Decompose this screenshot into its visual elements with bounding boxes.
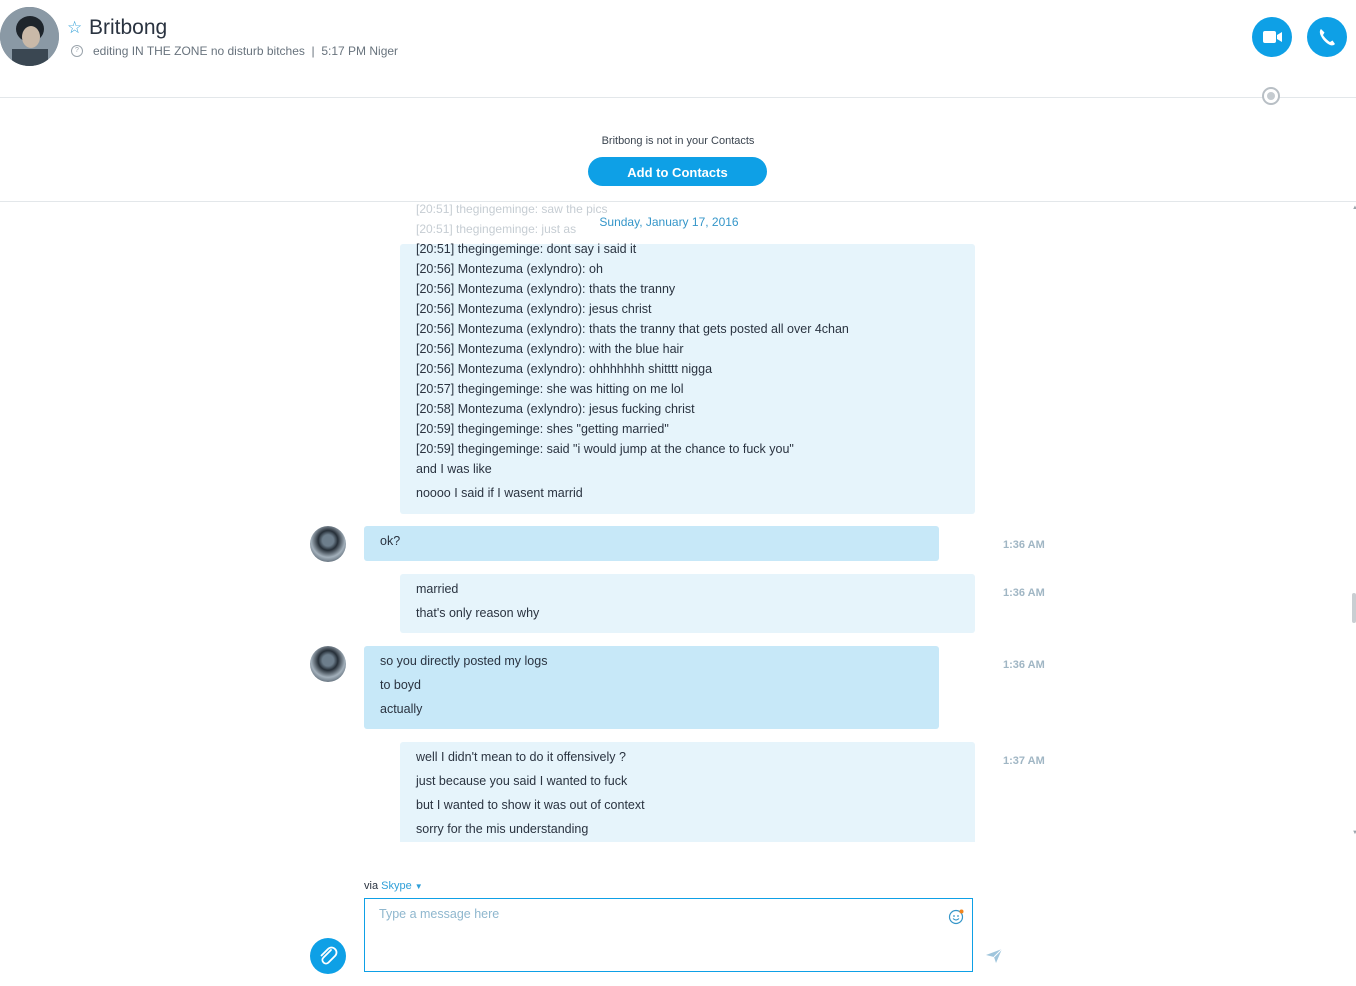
mood-message: editing IN THE ZONE no disturb bitches bbox=[93, 44, 305, 58]
message-line: actually bbox=[380, 702, 423, 716]
scroll-down-arrow[interactable]: ▼ bbox=[1352, 830, 1356, 836]
audio-call-icon bbox=[1319, 29, 1335, 46]
message-timestamp: 1:36 AM bbox=[1003, 539, 1045, 551]
message-bubble-mine[interactable]: ok? bbox=[364, 526, 939, 561]
message-line: married bbox=[416, 582, 459, 596]
question-status-icon: ? bbox=[71, 45, 83, 57]
via-service-selector[interactable]: via Skype ▼ bbox=[364, 880, 423, 892]
message-timestamp: 1:37 AM bbox=[1003, 755, 1045, 767]
local-time: 5:17 PM Niger bbox=[321, 44, 399, 58]
chevron-down-icon[interactable]: ▼ bbox=[415, 882, 423, 891]
message-input-box[interactable] bbox=[364, 898, 973, 972]
chat-header: ☆ Britbong ? editing IN THE ZONE no dist… bbox=[0, 0, 1356, 98]
log-line: [20:56] Montezuma (exlyndro): with the b… bbox=[416, 342, 684, 356]
faded-log-line: [20:51] thegingeminge: saw the pics bbox=[416, 202, 608, 216]
mood-separator: | bbox=[311, 44, 315, 58]
message-timestamp: 1:36 AM bbox=[1003, 587, 1045, 599]
notice-text: Britbong is not in your Contacts bbox=[601, 135, 755, 147]
log-line: [20:56] Montezuma (exlyndro): thats the … bbox=[416, 322, 849, 336]
message-bubble-theirs[interactable]: [20:51] thegingeminge: dont say i said i… bbox=[400, 242, 975, 514]
chat-scrollbar[interactable] bbox=[1352, 205, 1356, 841]
message-line: ok? bbox=[380, 534, 401, 548]
message-line: so you directly posted my logs bbox=[380, 654, 548, 668]
contact-name: Britbong bbox=[89, 16, 168, 39]
message-line: sorry for the mis understanding bbox=[416, 822, 589, 836]
message-line: noooo I said if I wasent marrid bbox=[416, 486, 583, 500]
log-line: [20:57] thegingeminge: she was hitting o… bbox=[416, 382, 684, 396]
audio-call-button[interactable] bbox=[1307, 17, 1347, 57]
scroll-thumb[interactable] bbox=[1352, 593, 1356, 623]
via-label: via bbox=[364, 880, 379, 892]
log-line: [20:59] thegingeminge: said "i would jum… bbox=[416, 442, 794, 456]
paperclip-icon bbox=[320, 946, 338, 965]
emoji-icon[interactable] bbox=[948, 909, 964, 925]
date-divider: Sunday, January 17, 2016 bbox=[599, 215, 739, 229]
log-line: [20:56] Montezuma (exlyndro): jesus chri… bbox=[416, 302, 652, 316]
via-service[interactable]: Skype bbox=[381, 880, 412, 892]
log-line: [20:59] thegingeminge: shes "getting mar… bbox=[416, 422, 669, 436]
log-line: [20:56] Montezuma (exlyndro): thats the … bbox=[416, 282, 676, 296]
log-line: [20:56] Montezuma (exlyndro): oh bbox=[416, 262, 603, 276]
contact-mood-line: editing IN THE ZONE no disturb bitches |… bbox=[93, 44, 398, 58]
message-line: to boyd bbox=[380, 678, 422, 692]
log-line: [20:58] Montezuma (exlyndro): jesus fuck… bbox=[416, 402, 695, 416]
log-line: [20:56] Montezuma (exlyndro): ohhhhhhh s… bbox=[416, 362, 713, 376]
my-avatar[interactable] bbox=[310, 646, 346, 682]
scroll-up-arrow[interactable]: ▲ bbox=[1352, 205, 1356, 211]
message-input[interactable] bbox=[379, 907, 939, 963]
message-line: and I was like bbox=[416, 462, 492, 476]
contact-avatar[interactable] bbox=[0, 7, 59, 66]
message-bubble-mine[interactable]: so you directly posted my logs to boyd a… bbox=[364, 646, 939, 729]
message-line: that's only reason why bbox=[416, 606, 540, 620]
message-timestamp: 1:36 AM bbox=[1003, 659, 1045, 671]
chat-history[interactable]: [20:51] thegingeminge: saw the pics [20:… bbox=[0, 202, 1356, 842]
my-avatar[interactable] bbox=[310, 526, 346, 562]
message-line: well I didn't mean to do it offensively … bbox=[416, 750, 626, 764]
globe-icon[interactable] bbox=[1262, 87, 1280, 105]
log-line: [20:51] thegingeminge: dont say i said i… bbox=[416, 242, 637, 256]
message-bubble-theirs[interactable]: well I didn't mean to do it offensively … bbox=[400, 742, 975, 842]
favorite-star-icon[interactable]: ☆ bbox=[67, 18, 82, 38]
message-bubble-theirs[interactable]: married that's only reason why bbox=[400, 574, 975, 633]
add-to-contacts-button[interactable]: Add to Contacts bbox=[588, 157, 767, 186]
message-line: but I wanted to show it was out of conte… bbox=[416, 798, 645, 812]
attach-file-button[interactable] bbox=[310, 938, 346, 974]
message-line: just because you said I wanted to fuck bbox=[416, 774, 628, 788]
not-in-contacts-notice: Britbong is not in your Contacts Add to … bbox=[0, 120, 1356, 202]
send-icon[interactable] bbox=[985, 948, 1003, 964]
video-call-icon bbox=[1263, 31, 1282, 43]
video-call-button[interactable] bbox=[1252, 17, 1292, 57]
